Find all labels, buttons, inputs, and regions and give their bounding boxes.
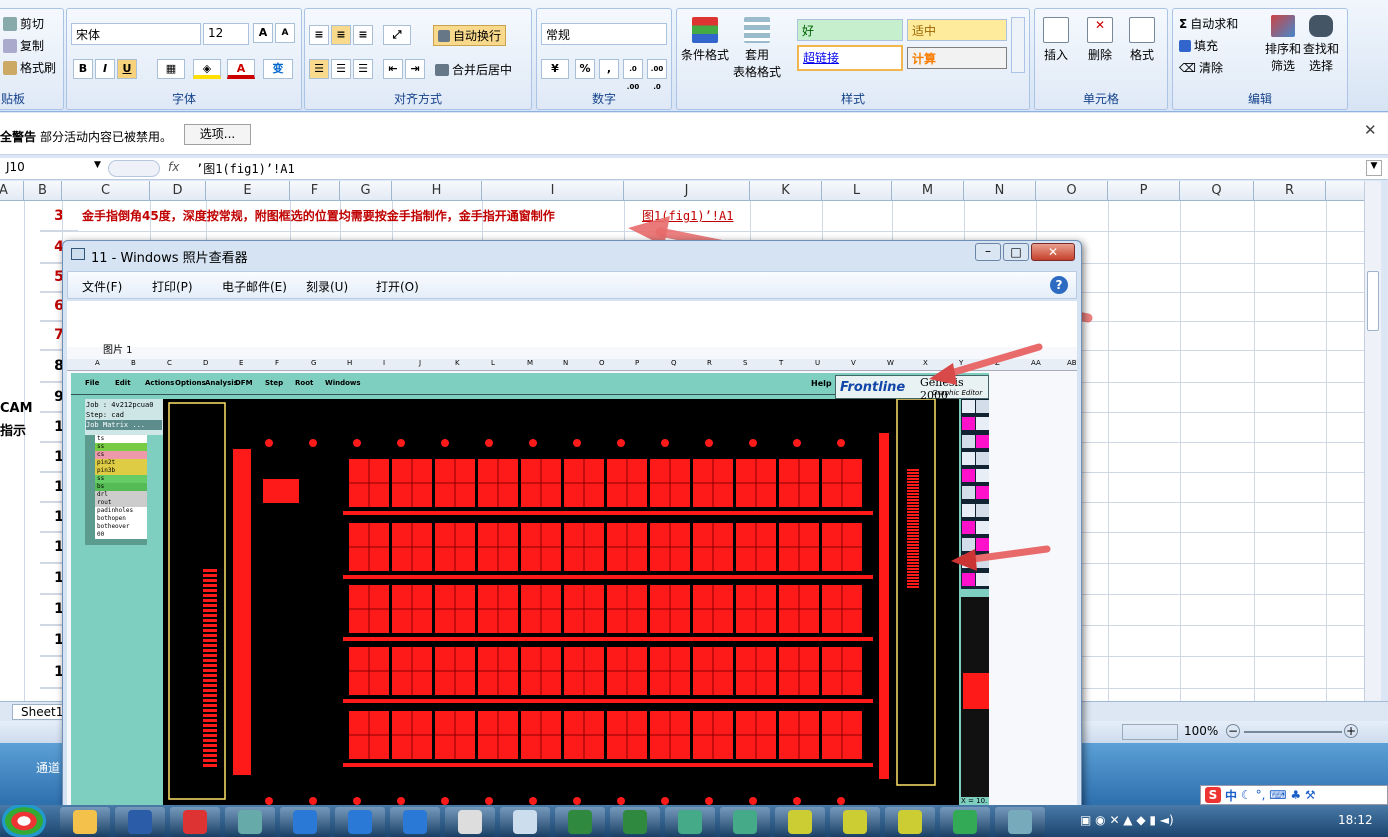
ime-bar[interactable]: S 中 ☾ °, ⌨ ♣ ⚒ xyxy=(1200,785,1388,805)
viewer-titlebar[interactable]: 11 - Windows 照片查看器 – □ ✕ xyxy=(63,241,1081,269)
clock[interactable]: 18:12 xyxy=(1338,813,1373,827)
app-icon xyxy=(1008,810,1032,834)
sogou-icon: S xyxy=(1205,787,1221,803)
menu-print[interactable]: 打印(P) xyxy=(152,278,193,295)
app-icon xyxy=(458,810,482,834)
viewer-image: 图片 1 A B C D E F G H I J K L M N O P Q R S T U V W X Y Z AA AB File… xyxy=(67,301,1077,811)
taskbar-app-button[interactable] xyxy=(555,807,605,837)
app-icon xyxy=(128,810,152,834)
taskbar: S 中 ☾ °, ⌨ ♣ ⚒ 18:12 ▣ ◉ ✕ ▲ ◆ ▮ ◄) xyxy=(0,785,1388,837)
taskbar-app-button[interactable] xyxy=(885,807,935,837)
image-arrow-2-head xyxy=(951,549,977,571)
app-icon xyxy=(403,810,427,834)
app-icon xyxy=(348,810,372,834)
app-icon xyxy=(843,810,867,834)
menu-file[interactable]: 文件(F) xyxy=(82,278,122,295)
app-icon xyxy=(733,810,757,834)
taskbar-app-button[interactable] xyxy=(60,807,110,837)
app-icon xyxy=(623,810,647,834)
ime-mode: 中 xyxy=(1225,788,1238,803)
close-icon: ✕ xyxy=(1047,245,1059,259)
viewer-title: 11 - Windows 照片查看器 xyxy=(91,251,248,266)
start-button[interactable] xyxy=(2,805,46,837)
app-icon xyxy=(678,810,702,834)
taskbar-app-button[interactable] xyxy=(445,807,495,837)
taskbar-app-button[interactable] xyxy=(720,807,770,837)
minimize-icon: – xyxy=(985,244,991,258)
taskbar-app-button[interactable] xyxy=(390,807,440,837)
image-arrow-2-shaft xyxy=(969,545,1051,563)
taskbar-app-button[interactable] xyxy=(225,807,275,837)
minimize-button[interactable]: – xyxy=(975,243,1001,261)
menu-burn[interactable]: 刻录(U) xyxy=(306,278,348,295)
taskbar-app-button[interactable] xyxy=(115,807,165,837)
maximize-icon: □ xyxy=(1010,245,1022,259)
taskbar-app-button[interactable] xyxy=(610,807,660,837)
menu-email[interactable]: 电子邮件(E) xyxy=(222,278,287,295)
taskbar-app-button[interactable] xyxy=(775,807,825,837)
taskbar-app-button[interactable] xyxy=(335,807,385,837)
app-icon xyxy=(183,810,207,834)
app-icon xyxy=(513,810,537,834)
viewer-menubar: 文件(F) 打印(P) 电子邮件(E) 刻录(U) 打开(O) ? xyxy=(67,271,1077,299)
app-icon xyxy=(73,810,97,834)
maximize-button[interactable]: □ xyxy=(1003,243,1029,261)
ime-tools-icon: ☾ °, ⌨ ♣ ⚒ xyxy=(1241,788,1316,802)
taskbar-app-button[interactable] xyxy=(665,807,715,837)
close-button[interactable]: ✕ xyxy=(1031,243,1075,261)
taskbar-app-button[interactable] xyxy=(500,807,550,837)
taskbar-app-button[interactable] xyxy=(940,807,990,837)
taskbar-app-button[interactable] xyxy=(170,807,220,837)
image-annotation-layer xyxy=(929,343,1051,571)
image-arrow-1-shaft xyxy=(947,343,1043,377)
photo-viewer-icon xyxy=(71,248,85,260)
app-icon xyxy=(293,810,317,834)
image-arrow-1-head xyxy=(929,363,957,385)
app-icon xyxy=(788,810,812,834)
app-icon xyxy=(238,810,262,834)
menu-open[interactable]: 打开(O) xyxy=(376,278,419,295)
app-icon xyxy=(898,810,922,834)
app-icon xyxy=(953,810,977,834)
taskbar-app-button[interactable] xyxy=(830,807,880,837)
app-icon xyxy=(568,810,592,834)
taskbar-app-button[interactable] xyxy=(280,807,330,837)
help-icon[interactable]: ? xyxy=(1050,276,1068,294)
tray-icons[interactable]: ▣ ◉ ✕ ▲ ◆ ▮ ◄) xyxy=(1080,813,1174,827)
taskbar-app-button[interactable] xyxy=(995,807,1045,837)
photo-viewer-window[interactable]: 11 - Windows 照片查看器 – □ ✕ 文件(F) 打印(P) 电子邮… xyxy=(62,240,1082,837)
